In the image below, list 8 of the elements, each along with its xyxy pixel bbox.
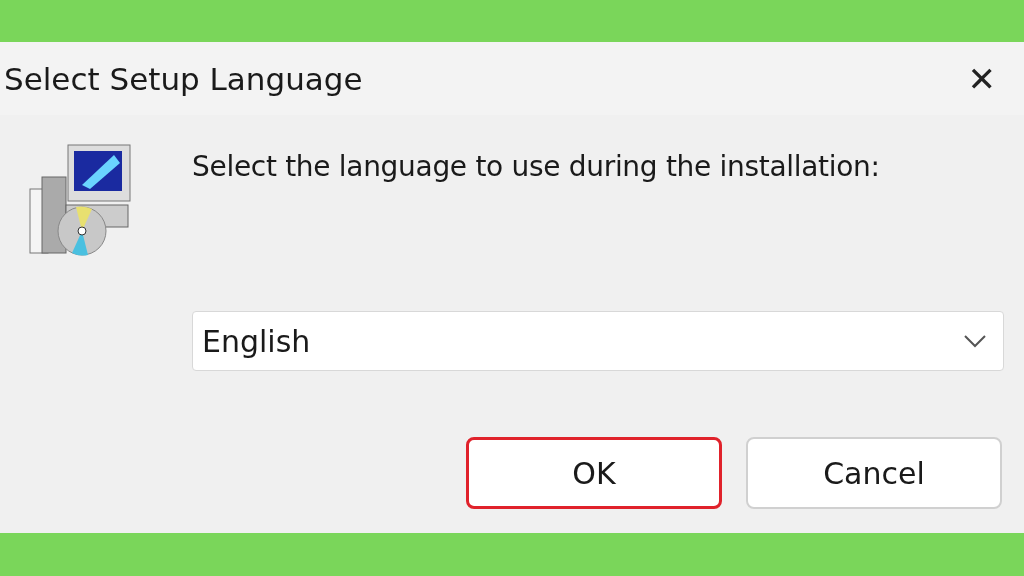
language-dropdown[interactable]: English (192, 311, 1004, 371)
cancel-button[interactable]: Cancel (746, 437, 1002, 509)
instruction-text: Select the language to use during the installation: (192, 150, 880, 185)
dropdown-value: English (202, 323, 311, 359)
window-title: Select Setup Language (4, 60, 363, 97)
ok-button[interactable]: OK (466, 437, 722, 509)
close-button[interactable]: ✕ (963, 61, 1000, 96)
chevron-down-icon (963, 334, 987, 348)
